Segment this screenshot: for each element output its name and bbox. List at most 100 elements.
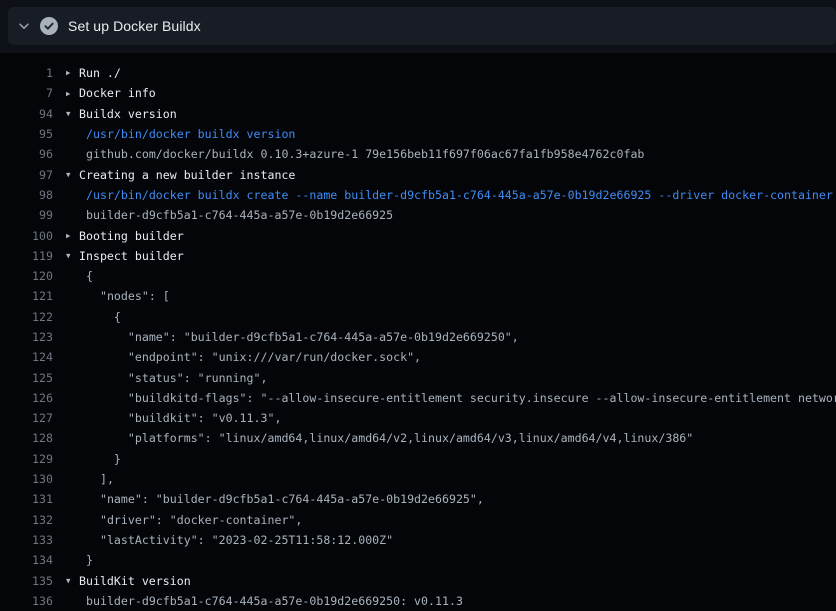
output-text: "lastActivity": "2023-02-25T11:58:12.000…	[86, 533, 393, 547]
group-title: Run ./	[79, 66, 121, 80]
output-text: "nodes": [	[86, 289, 170, 303]
log-line-content: builder-d9cfb5a1-c764-445a-a57e-0b19d2e6…	[66, 208, 393, 222]
line-number[interactable]: 98	[0, 188, 53, 202]
triangle-collapsed-icon[interactable]: ▶	[66, 232, 79, 240]
line-number[interactable]: 97	[0, 168, 53, 182]
triangle-expanded-icon[interactable]: ▼	[66, 171, 79, 179]
line-number[interactable]: 126	[0, 391, 53, 405]
output-text: "buildkitd-flags": "--allow-insecure-ent…	[86, 391, 836, 405]
line-number[interactable]: 122	[0, 310, 53, 324]
log-line-content: "status": "running",	[66, 371, 267, 385]
step-header[interactable]: Set up Docker Buildx	[8, 7, 836, 45]
log-viewer: 1▶Run ./7▶Docker info94▼Buildx version95…	[0, 53, 836, 611]
line-number[interactable]: 123	[0, 330, 53, 344]
log-line: 127 "buildkit": "v0.11.3",	[0, 408, 836, 428]
log-line-content: ],	[66, 472, 114, 486]
step-title: Set up Docker Buildx	[68, 18, 201, 34]
output-text: }	[86, 553, 93, 567]
output-text: }	[86, 452, 121, 466]
log-group-row[interactable]: 100 ▶Booting builder	[0, 225, 836, 245]
log-group-row[interactable]: 119 ▼Inspect builder	[0, 246, 836, 266]
log-line-content: }	[66, 553, 93, 567]
line-number[interactable]: 131	[0, 492, 53, 506]
line-number[interactable]: 120	[0, 269, 53, 283]
line-number[interactable]: 128	[0, 431, 53, 445]
line-number[interactable]: 125	[0, 371, 53, 385]
log-line: 96 github.com/docker/buildx 0.10.3+azure-…	[0, 144, 836, 164]
log-line-content: "endpoint": "unix:///var/run/docker.sock…	[66, 350, 421, 364]
command-text: /usr/bin/docker buildx version	[86, 127, 295, 141]
log-line-content: "nodes": [	[66, 289, 170, 303]
collapse-step-button[interactable]	[14, 16, 34, 36]
log-line-content: "name": "builder-d9cfb5a1-c764-445a-a57e…	[66, 492, 484, 506]
line-number[interactable]: 1	[0, 66, 53, 80]
line-number[interactable]: 121	[0, 289, 53, 303]
triangle-expanded-icon[interactable]: ▼	[66, 577, 79, 585]
log-line-content: ▼BuildKit version	[66, 574, 191, 588]
output-text: "name": "builder-d9cfb5a1-c764-445a-a57e…	[86, 330, 519, 344]
line-number[interactable]: 133	[0, 533, 53, 547]
output-text: github.com/docker/buildx 0.10.3+azure-1 …	[86, 147, 644, 161]
line-number[interactable]: 95	[0, 127, 53, 141]
log-line: 133 "lastActivity": "2023-02-25T11:58:12…	[0, 530, 836, 550]
line-number[interactable]: 94	[0, 107, 53, 121]
log-group-row[interactable]: 1 ▶Run ./	[0, 63, 836, 83]
output-text: builder-d9cfb5a1-c764-445a-a57e-0b19d2e6…	[86, 208, 393, 222]
line-number[interactable]: 134	[0, 553, 53, 567]
log-line: 122 {	[0, 307, 836, 327]
log-line-content: ▼Buildx version	[66, 107, 177, 121]
line-number[interactable]: 99	[0, 208, 53, 222]
log-line-content: "buildkitd-flags": "--allow-insecure-ent…	[66, 391, 836, 405]
log-line: 120 {	[0, 266, 836, 286]
log-line-content: builder-d9cfb5a1-c764-445a-a57e-0b19d2e6…	[66, 594, 463, 608]
line-number[interactable]: 127	[0, 411, 53, 425]
log-line: 95/usr/bin/docker buildx version	[0, 124, 836, 144]
line-number[interactable]: 130	[0, 472, 53, 486]
log-group-row[interactable]: 97 ▼Creating a new builder instance	[0, 164, 836, 184]
log-group-row[interactable]: 94 ▼Buildx version	[0, 104, 836, 124]
output-text: "driver": "docker-container",	[86, 513, 302, 527]
log-line-content: "driver": "docker-container",	[66, 513, 302, 527]
triangle-expanded-icon[interactable]: ▼	[66, 252, 79, 260]
output-text: "status": "running",	[86, 371, 267, 385]
log-line-content: "lastActivity": "2023-02-25T11:58:12.000…	[66, 533, 393, 547]
line-number[interactable]: 7	[0, 86, 53, 100]
log-line: 125 "status": "running",	[0, 367, 836, 387]
output-text: builder-d9cfb5a1-c764-445a-a57e-0b19d2e6…	[86, 594, 463, 608]
triangle-collapsed-icon[interactable]: ▶	[66, 90, 79, 98]
triangle-collapsed-icon[interactable]: ▶	[66, 69, 79, 77]
output-text: "name": "builder-d9cfb5a1-c764-445a-a57e…	[86, 492, 484, 506]
log-line-content: "platforms": "linux/amd64,linux/amd64/v2…	[66, 431, 693, 445]
log-line-content: "name": "builder-d9cfb5a1-c764-445a-a57e…	[66, 330, 519, 344]
log-group-row[interactable]: 135 ▼BuildKit version	[0, 570, 836, 590]
log-line: 131 "name": "builder-d9cfb5a1-c764-445a-…	[0, 489, 836, 509]
group-title: Inspect builder	[79, 249, 184, 263]
line-number[interactable]: 100	[0, 229, 53, 243]
log-line: 128 "platforms": "linux/amd64,linux/amd6…	[0, 428, 836, 448]
log-line: 134}	[0, 550, 836, 570]
line-number[interactable]: 96	[0, 147, 53, 161]
output-text: {	[86, 310, 121, 324]
log-group-row[interactable]: 7▶Docker info	[0, 83, 836, 103]
chevron-down-icon	[17, 19, 31, 33]
triangle-expanded-icon[interactable]: ▼	[66, 110, 79, 118]
output-text: {	[86, 269, 93, 283]
group-title: Creating a new builder instance	[79, 168, 295, 182]
line-number[interactable]: 136	[0, 594, 53, 608]
log-line-content: /usr/bin/docker buildx version	[66, 127, 295, 141]
output-text: "platforms": "linux/amd64,linux/amd64/v2…	[86, 431, 693, 445]
log-line-content: "buildkit": "v0.11.3",	[66, 411, 281, 425]
line-number[interactable]: 129	[0, 452, 53, 466]
log-line-content: {	[66, 310, 121, 324]
output-text: ],	[86, 472, 114, 486]
line-number[interactable]: 135	[0, 574, 53, 588]
group-title: Booting builder	[79, 229, 184, 243]
line-number[interactable]: 119	[0, 249, 53, 263]
line-number[interactable]: 124	[0, 350, 53, 364]
step-header-strip: Set up Docker Buildx	[0, 7, 836, 53]
line-number[interactable]: 132	[0, 513, 53, 527]
log-line-content: ▼Inspect builder	[66, 249, 184, 263]
log-line-content: }	[66, 452, 121, 466]
output-text: "endpoint": "unix:///var/run/docker.sock…	[86, 350, 421, 364]
log-line-content: ▶Booting builder	[66, 229, 184, 243]
